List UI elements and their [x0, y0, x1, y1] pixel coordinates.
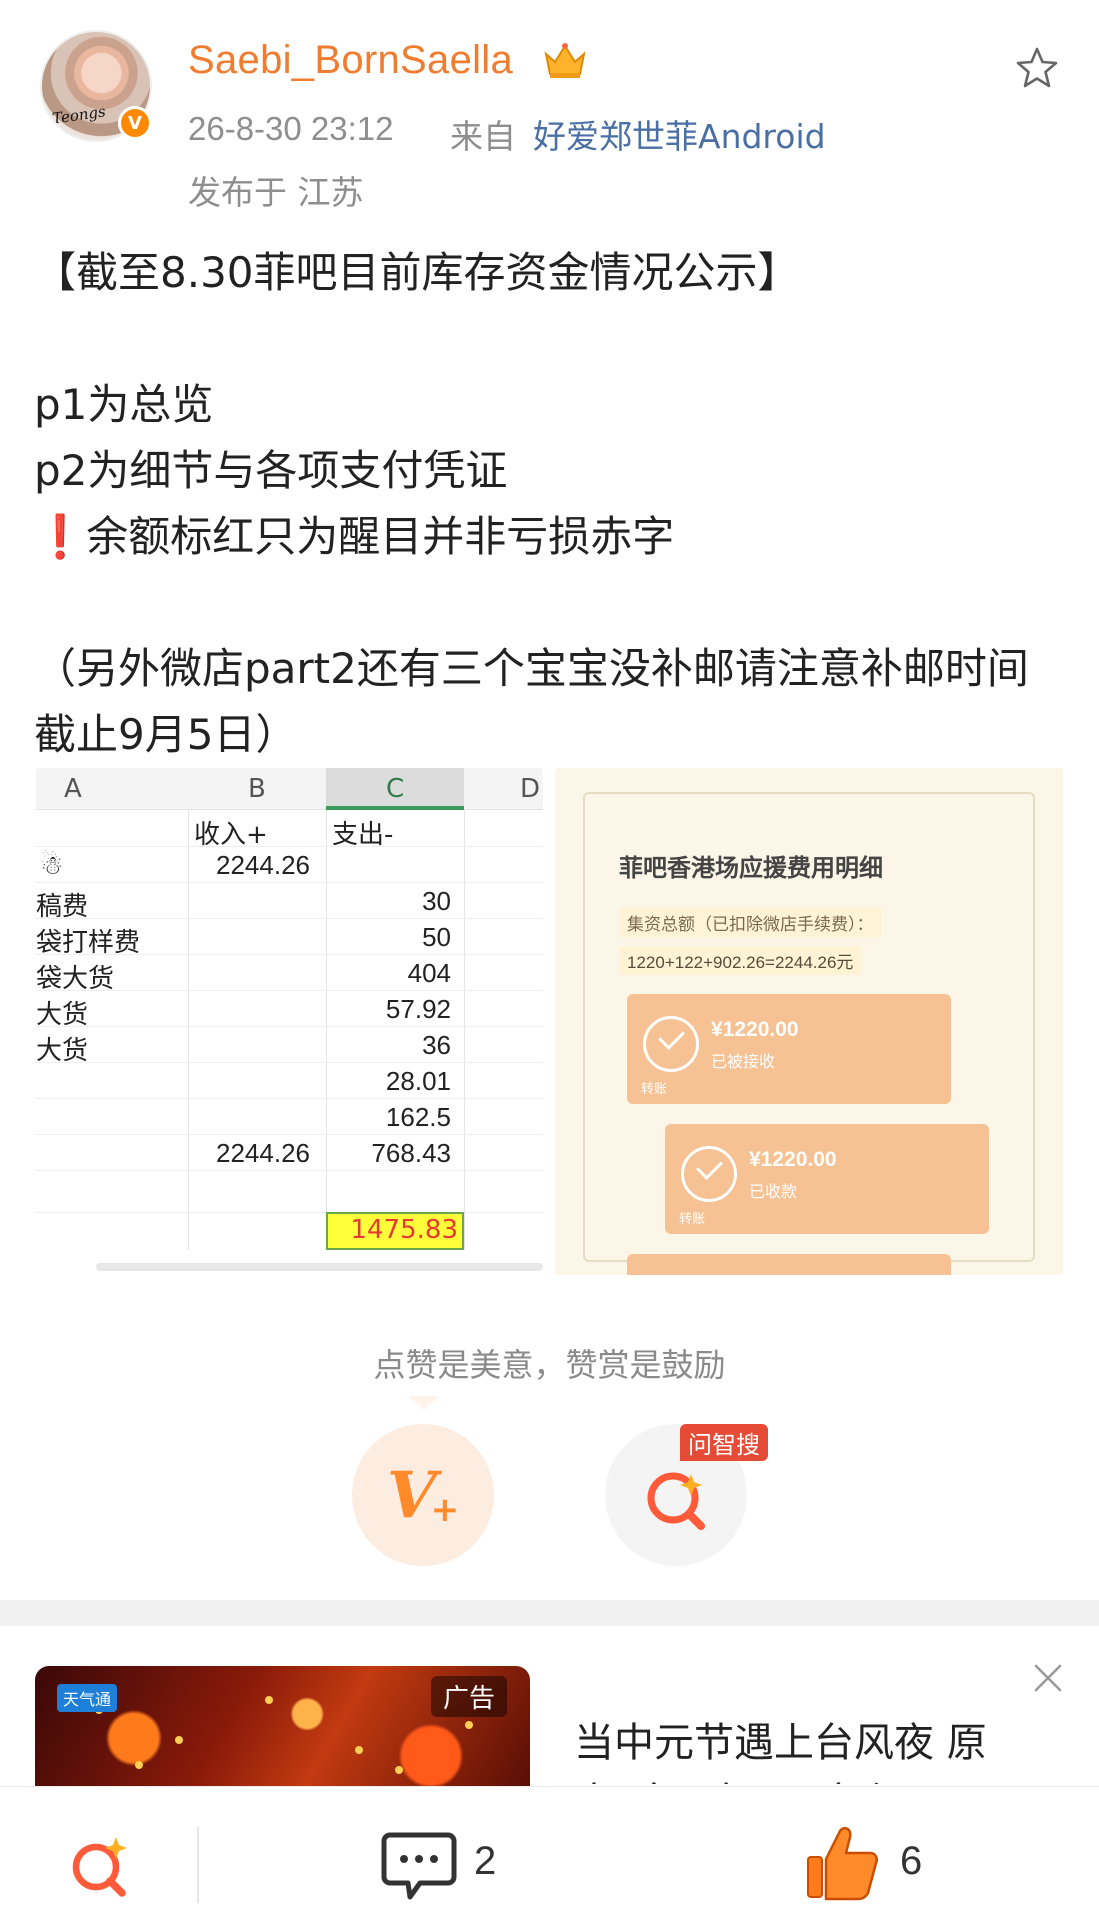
exclamation-icon: ❗ — [34, 512, 87, 561]
thumbs-up-icon[interactable] — [804, 1823, 880, 1903]
transfer-card-partial — [627, 1254, 951, 1275]
ai-search-icon[interactable] — [60, 1825, 140, 1905]
crown-icon[interactable] — [542, 40, 588, 80]
column-b-label: B — [248, 774, 266, 804]
favorite-star-icon[interactable] — [1013, 44, 1061, 92]
expense-header: 支出- — [332, 820, 394, 850]
expense-cell: 28.01 — [385, 1066, 451, 1096]
post-line-p1: p1为总览 — [34, 380, 214, 429]
ad-title-second-line[interactable]: 来“鬼天气”是这个原? — [574, 1770, 957, 1784]
transfer-note: 转账 — [679, 1212, 706, 1227]
ad-badge: 广告 — [431, 1676, 508, 1717]
post-line-note: （另外微店part2还有三个宝宝没补邮请注意补邮时间 — [34, 644, 1029, 693]
verified-badge-icon: V — [118, 106, 152, 140]
row-label: 袋打样费 — [36, 928, 141, 958]
post-line-blank — [34, 306, 1074, 372]
close-icon[interactable] — [1030, 1660, 1066, 1696]
reward-pointer — [408, 1396, 440, 1410]
receipt-formula: 1220+122+902.26=2244.26元 — [619, 946, 862, 975]
check-circle-icon — [643, 1016, 699, 1072]
expense-cell: 57.92 — [385, 994, 451, 1024]
expense-cell: 404 — [407, 958, 451, 988]
post-line-blank — [34, 570, 1074, 636]
weather-app-logo: 天气通 — [57, 1684, 118, 1712]
income-total-cell: 2244.26 — [216, 1138, 310, 1168]
income-cell: 2244.26 — [216, 850, 310, 880]
reward-prompt: 点赞是美意，赞赏是鼓励 — [373, 1346, 726, 1384]
expense-cell: 162.5 — [385, 1102, 451, 1132]
expense-cell: 30 — [422, 886, 451, 916]
transfer-amount: ¥1220.00 — [711, 1018, 799, 1041]
post-location: 发布于 江苏 — [188, 173, 364, 212]
post-line-title: 【截至8.30菲吧目前库存资金情况公示】 — [34, 248, 800, 297]
transfer-status: 已被接收 — [711, 1052, 776, 1071]
post-line-warning-text: 余额标红只为醒目并非亏损赤字 — [86, 512, 675, 561]
bottom-separator — [197, 1827, 199, 1903]
column-d-label: D — [520, 774, 541, 804]
row-label: 稿费 — [36, 892, 89, 922]
post-line-deadline: 截止9月5日） — [34, 710, 298, 759]
like-count: 6 — [900, 1839, 923, 1883]
comment-icon[interactable] — [380, 1829, 458, 1905]
balance-cell: 1475.83 — [326, 1212, 464, 1250]
post-line-p2: p2为细节与各项支付凭证 — [34, 446, 508, 495]
column-c-label: C — [386, 774, 405, 804]
post-image-spreadsheet[interactable]: A B C D 收入+ 支出- ☃ 2244.26 稿费 30 袋打样费 50 … — [36, 768, 543, 1275]
avatar-signature: Teongs — [51, 102, 107, 128]
horizontal-scrollbar — [96, 1263, 543, 1271]
row-label: 大货 — [36, 1036, 89, 1066]
post-image-receipts[interactable]: 菲吧香港场应援费用明细 集资总额（已扣除微店手续费）： 1220+122+902… — [555, 768, 1063, 1275]
ad-image[interactable]: 天气通 广告 — [35, 1666, 530, 1786]
receipt-title: 菲吧香港场应援费用明细 — [619, 854, 883, 882]
transfer-status: 已收款 — [749, 1182, 798, 1201]
transfer-card: ¥1220.00 已收款 转账 — [665, 1124, 989, 1234]
username[interactable]: Saebi_BornSaella — [188, 38, 513, 83]
reward-button[interactable]: V + — [352, 1424, 494, 1566]
column-a-label: A — [64, 774, 82, 804]
expense-cell: 50 — [422, 922, 451, 952]
receipt-subtitle: 集资总额（已扣除微店手续费）： — [619, 908, 882, 937]
spreadsheet-column-header: A B C D — [36, 768, 543, 810]
transfer-card: ¥1220.00 已被接收 转账 — [627, 994, 951, 1104]
ad-title[interactable]: 当中元节遇上台风夜 原 — [574, 1710, 987, 1768]
bottom-action-bar: 2 6 — [0, 1786, 1099, 1920]
post-source-link[interactable]: 好爱郑世菲Android — [533, 110, 826, 158]
comment-count: 2 — [474, 1839, 497, 1883]
emoji-icon: ☃ — [40, 850, 64, 880]
section-divider — [0, 1600, 1099, 1626]
from-label: 来自 — [450, 117, 516, 156]
transfer-note: 转账 — [641, 1082, 668, 1097]
transfer-amount: ¥1220.00 — [749, 1148, 837, 1171]
row-label: 大货 — [36, 1000, 89, 1030]
check-circle-icon — [681, 1146, 737, 1202]
post-line-warning: ❗余额标红只为醒目并非亏损赤字 — [34, 504, 1074, 570]
expense-total-cell: 768.43 — [371, 1138, 451, 1168]
row-label: 袋大货 — [36, 964, 115, 994]
income-header: 收入+ — [194, 820, 268, 850]
post-text: 【截至8.30菲吧目前库存资金情况公示】 p1为总览 p2为细节与各项支付凭证 … — [34, 240, 1074, 768]
expense-cell: 36 — [422, 1030, 451, 1060]
ask-search-label: 问智搜 — [680, 1424, 768, 1461]
post-time: 26-8-30 23:12 — [188, 110, 394, 147]
v-plus-icon: V — [386, 1457, 437, 1533]
